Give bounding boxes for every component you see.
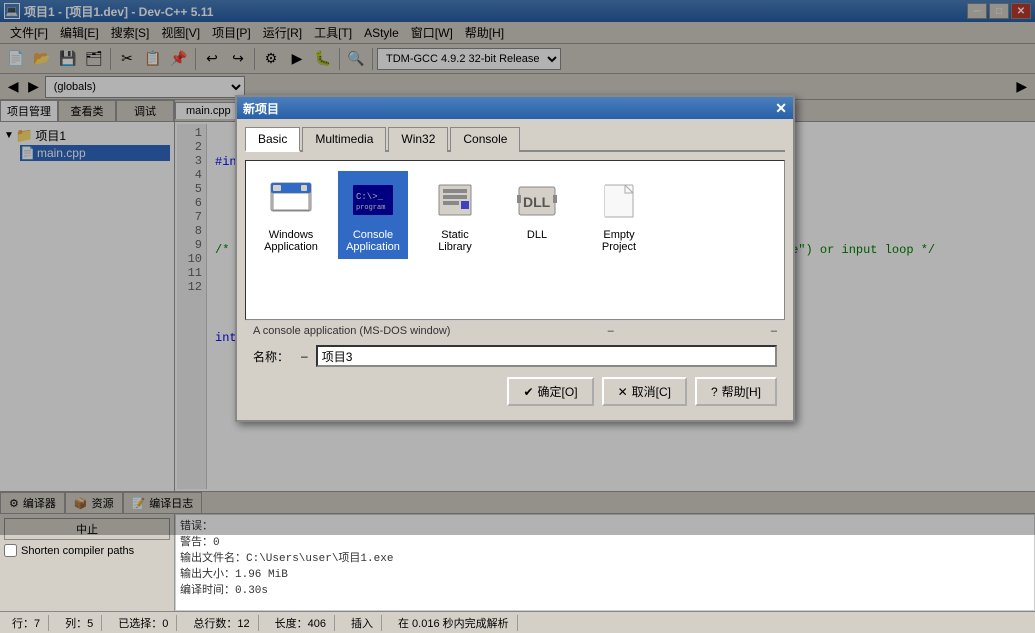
- ok-button[interactable]: ✔ 确定[O]: [507, 377, 593, 406]
- status-col: 列：5: [57, 615, 102, 631]
- help-icon: ?: [711, 385, 718, 399]
- cancel-icon: ✕: [618, 385, 628, 399]
- log-line-2: 警告：0: [180, 533, 1030, 549]
- cancel-button[interactable]: ✕ 取消[C]: [602, 377, 687, 406]
- shorten-paths-checkbox[interactable]: [4, 544, 17, 557]
- dialog-title-bar: 新项目 ✕: [237, 97, 793, 119]
- static-lib-icon: [431, 177, 479, 225]
- log-line-5: 编译时间：0.30s: [180, 581, 1030, 597]
- cancel-label: 取消[C]: [632, 383, 671, 400]
- name-row: 名称： –: [245, 341, 785, 371]
- ok-label: 确定[O]: [538, 383, 578, 400]
- description-bar: A console application (MS-DOS window) – …: [245, 320, 785, 341]
- project-type-static-lib[interactable]: Static Library: [420, 171, 490, 259]
- dialog-overlay: 新项目 ✕ Basic Multimedia Win32 Console: [0, 0, 1035, 535]
- name-label: 名称：: [253, 348, 293, 365]
- dialog-close-button[interactable]: ✕: [775, 100, 787, 117]
- status-total-lines: 总行数：12: [185, 615, 258, 631]
- dialog-tab-multimedia[interactable]: Multimedia: [302, 127, 386, 152]
- project-type-windows-app[interactable]: Windows Application: [256, 171, 326, 259]
- empty-project-label: Empty Project: [588, 229, 650, 253]
- project-type-empty[interactable]: Empty Project: [584, 171, 654, 259]
- windows-app-label: Windows Application: [260, 229, 322, 253]
- dialog-tab-basic[interactable]: Basic: [245, 127, 300, 152]
- static-lib-label: Static Library: [424, 229, 486, 253]
- status-insert: 插入: [343, 615, 382, 631]
- dialog-tab-console[interactable]: Console: [450, 127, 520, 152]
- dll-label: DLL: [527, 229, 547, 241]
- shorten-paths-label: Shorten compiler paths: [21, 545, 134, 557]
- windows-app-icon: [267, 177, 315, 225]
- project-icons-panel: Windows Application C:\>_ program Consol…: [245, 160, 785, 320]
- console-app-label: Console Application: [342, 229, 404, 253]
- svg-text:C:\>_: C:\>_: [356, 192, 384, 202]
- desc-dash-2: –: [771, 325, 777, 337]
- dialog-title-text: 新项目: [243, 100, 279, 117]
- ok-icon: ✔: [523, 385, 533, 399]
- name-dash: –: [301, 349, 308, 363]
- project-name-input[interactable]: [316, 345, 777, 367]
- dialog-tabs: Basic Multimedia Win32 Console: [245, 127, 785, 152]
- desc-dash-1: –: [608, 325, 614, 337]
- status-row: 行：7: [4, 615, 49, 631]
- empty-project-icon: [595, 177, 643, 225]
- svg-text:DLL: DLL: [523, 194, 551, 210]
- help-button[interactable]: ? 帮助[H]: [695, 377, 777, 406]
- dialog-tab-win32[interactable]: Win32: [388, 127, 448, 152]
- help-label: 帮助[H]: [722, 383, 761, 400]
- project-type-console-app[interactable]: C:\>_ program Console Application: [338, 171, 408, 259]
- status-bar: 行：7 列：5 已选择：0 总行数：12 长度：406 插入 在 0.016 秒…: [0, 611, 1035, 633]
- status-selected: 已选择：0: [110, 615, 177, 631]
- dialog-body: Basic Multimedia Win32 Console: [237, 119, 793, 420]
- shorten-paths-row: Shorten compiler paths: [4, 544, 170, 557]
- status-parse-info: 在 0.016 秒内完成解析: [390, 615, 518, 631]
- svg-text:program: program: [356, 204, 385, 212]
- new-project-dialog: 新项目 ✕ Basic Multimedia Win32 Console: [235, 95, 795, 422]
- log-line-4: 输出大小：1.96 MiB: [180, 565, 1030, 581]
- dialog-buttons: ✔ 确定[O] ✕ 取消[C] ? 帮助[H]: [245, 371, 785, 412]
- project-type-dll[interactable]: DLL DLL: [502, 171, 572, 247]
- dll-icon: DLL: [513, 177, 561, 225]
- console-app-icon: C:\>_ program: [349, 177, 397, 225]
- log-line-3: 输出文件名：C:\Users\user\项目1.exe: [180, 549, 1030, 565]
- status-length: 长度：406: [267, 615, 335, 631]
- project-description: A console application (MS-DOS window): [253, 325, 450, 337]
